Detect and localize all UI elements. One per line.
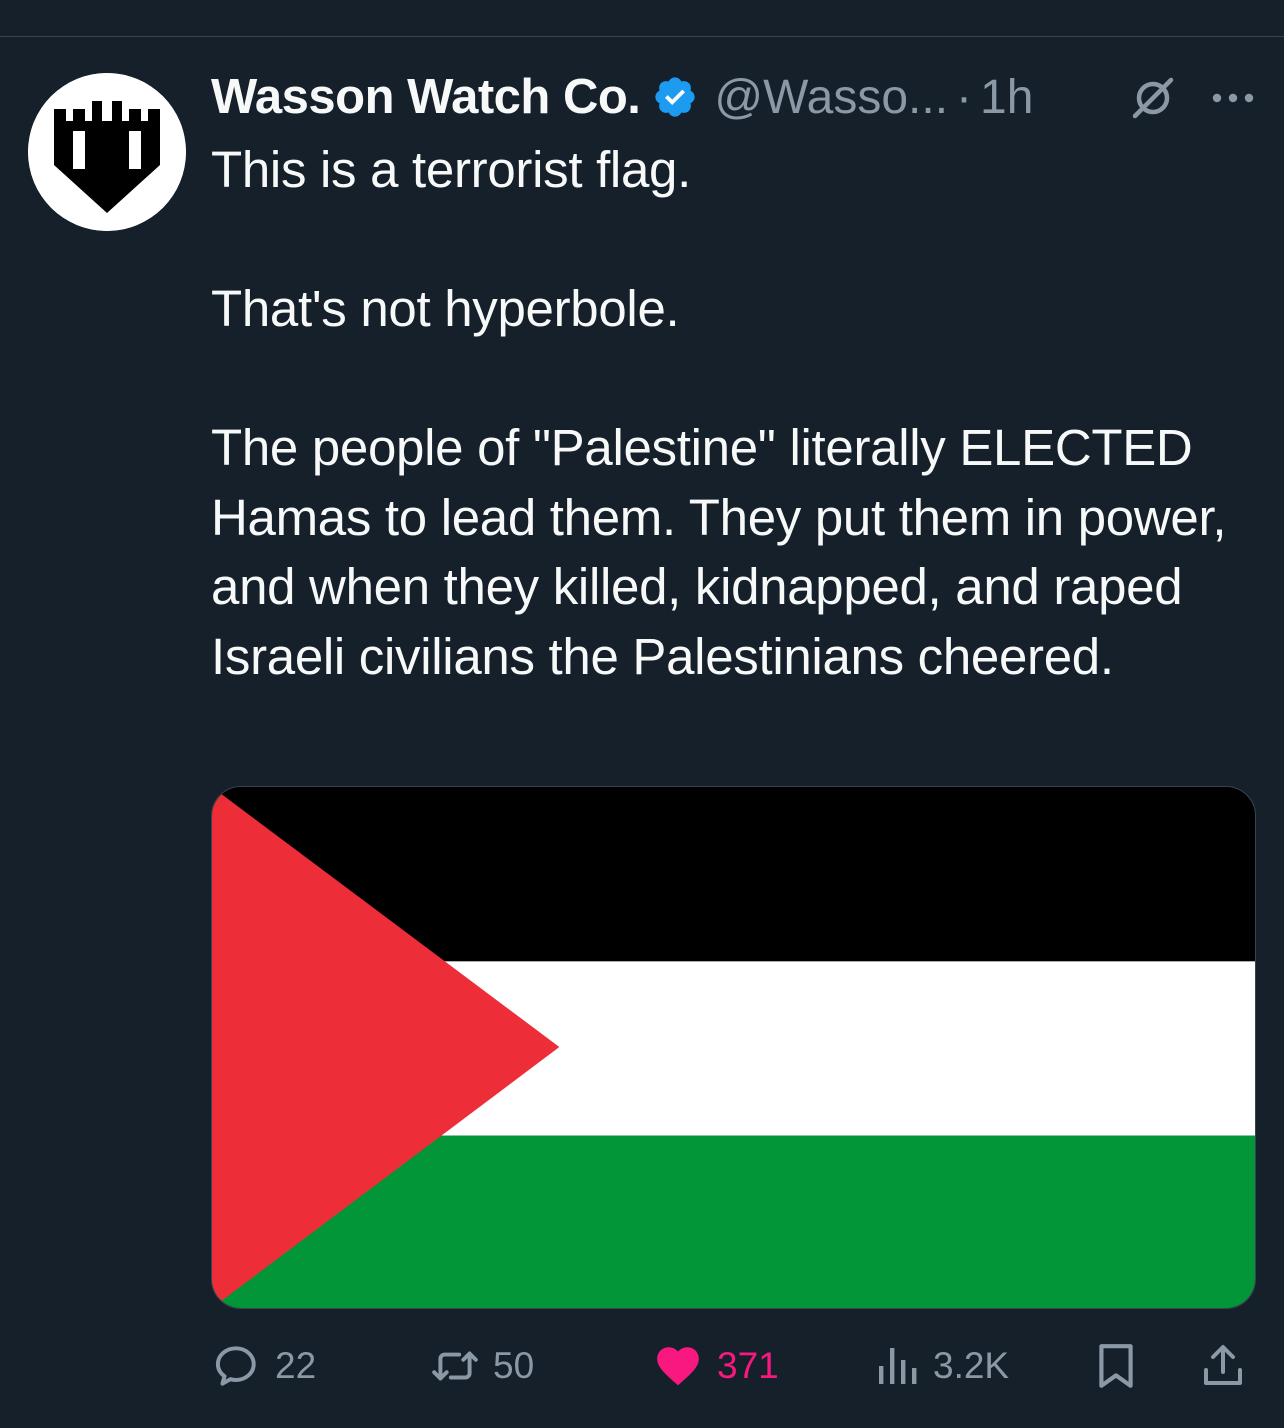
repost-count: 50 [493,1345,535,1386]
tweet-text-paragraph: The people of "Palestine" literally ELEC… [211,419,1227,685]
timestamp[interactable]: 1h [980,70,1033,125]
repost-button[interactable]: 50 [427,1330,534,1402]
like-button[interactable]: 371 [653,1330,779,1402]
castle-tower-logo-icon [28,73,186,231]
avatar[interactable] [28,73,186,231]
separator-dot: · [956,70,973,124]
share-button[interactable] [1199,1330,1247,1402]
top-divider [0,36,1284,37]
share-upload-icon [1204,1345,1242,1385]
flag-image [212,787,1255,1308]
views-chart-icon [879,1348,917,1384]
views-button[interactable]: 3.2K [875,1330,1009,1402]
verified-badge-icon[interactable] [652,74,698,120]
author-display-name[interactable]: Wasson Watch Co. [211,69,641,125]
like-count: 371 [717,1345,779,1386]
reply-count: 22 [275,1345,317,1386]
repost-icon [432,1351,478,1381]
views-count: 3.2K [933,1345,1010,1386]
more-options-icon[interactable] [1208,74,1258,122]
tweet-header: Wasson Watch Co. @Wasso... · 1h [211,66,1271,128]
reply-icon [215,1346,256,1386]
tweet-text-paragraph: That's not hyperbole. [211,280,680,337]
author-handle[interactable]: @Wasso... [714,70,948,125]
reply-button[interactable]: 22 [211,1330,316,1402]
tweet-media-image[interactable] [211,786,1256,1309]
grok-icon[interactable] [1129,74,1177,122]
bookmark-button[interactable] [1093,1330,1139,1402]
tweet-action-bar: 22 50 371 3.2K [211,1330,1256,1402]
tweet-text: This is a terrorist flag. That's not hyp… [211,135,1261,691]
bookmark-icon [1099,1344,1133,1388]
tweet-text-paragraph: This is a terrorist flag. [211,141,691,198]
heart-filled-icon [657,1347,699,1386]
